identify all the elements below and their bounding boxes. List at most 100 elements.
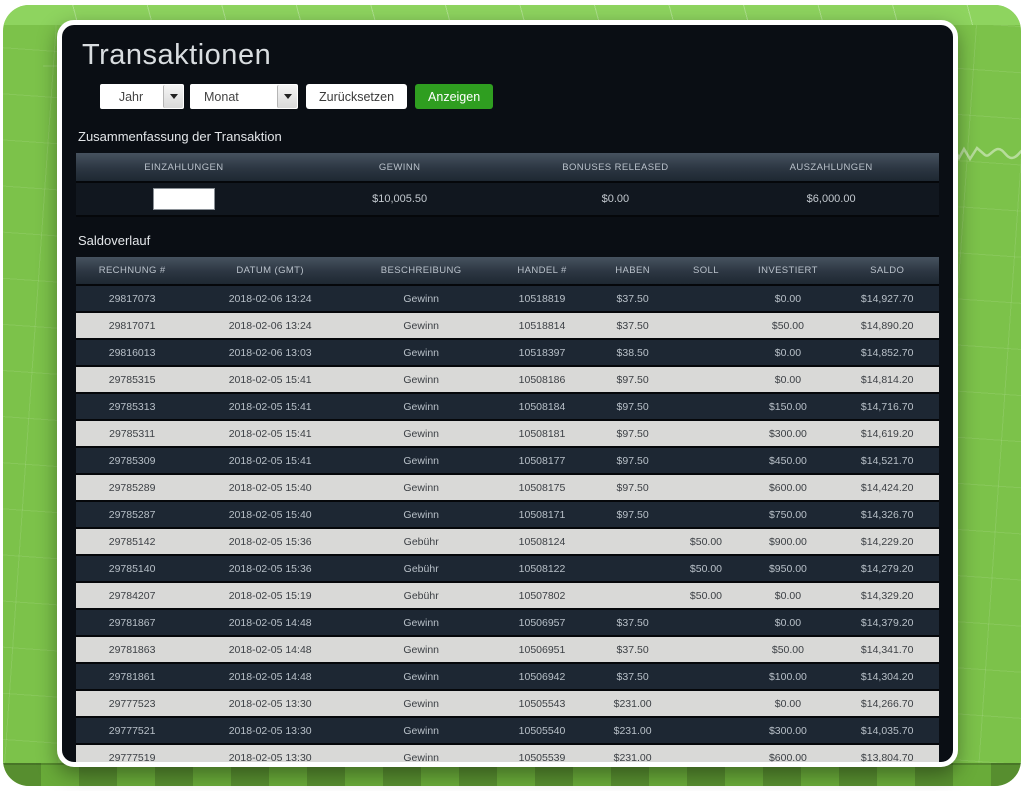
- cell-saldo: $14,279.20: [835, 555, 939, 582]
- cell-rechnung: 29817071: [76, 312, 188, 339]
- table-row: 297775232018-02-05 13:30Gewinn10505543$2…: [76, 690, 939, 717]
- cell-investiert: $150.00: [740, 393, 835, 420]
- cell-beschreibung: Gewinn: [352, 447, 490, 474]
- cell-rechnung: 29777521: [76, 717, 188, 744]
- cell-datum: 2018-02-05 14:48: [188, 636, 352, 663]
- transactions-panel: Transaktionen Jahr Monat Zurücksetzen An…: [57, 20, 958, 767]
- cell-beschreibung: Gewinn: [352, 690, 490, 717]
- cell-beschreibung: Gewinn: [352, 420, 490, 447]
- redacted-value-box: [153, 188, 215, 210]
- year-select[interactable]: Jahr: [100, 84, 184, 109]
- cell-investiert: $950.00: [740, 555, 835, 582]
- cell-rechnung: 29785289: [76, 474, 188, 501]
- cell-handel: 10508177: [490, 447, 594, 474]
- cell-datum: 2018-02-05 13:30: [188, 717, 352, 744]
- cell-datum: 2018-02-05 15:40: [188, 501, 352, 528]
- cell-investiert: $50.00: [740, 312, 835, 339]
- cell-beschreibung: Gewinn: [352, 744, 490, 767]
- cell-soll: [671, 744, 740, 767]
- cell-investiert: $750.00: [740, 501, 835, 528]
- cell-haben: $97.50: [594, 501, 672, 528]
- cell-datum: 2018-02-05 15:19: [188, 582, 352, 609]
- cell-haben: $231.00: [594, 744, 672, 767]
- year-select-label: Jahr: [100, 84, 162, 109]
- summary-value-gewinn: $10,005.50: [292, 182, 508, 216]
- table-row: 297818672018-02-05 14:48Gewinn10506957$3…: [76, 609, 939, 636]
- cell-datum: 2018-02-05 15:36: [188, 528, 352, 555]
- cell-soll: [671, 474, 740, 501]
- balance-column-rechnung: RECHNUNG #: [76, 257, 188, 285]
- cell-handel: 10506942: [490, 663, 594, 690]
- cell-investiert: $450.00: [740, 447, 835, 474]
- cell-saldo: $14,035.70: [835, 717, 939, 744]
- table-row: 297842072018-02-05 15:19Gebühr10507802$5…: [76, 582, 939, 609]
- cell-rechnung: 29781863: [76, 636, 188, 663]
- cell-haben: [594, 582, 672, 609]
- cell-handel: 10508171: [490, 501, 594, 528]
- cell-soll: [671, 501, 740, 528]
- summary-column-gewinn: GEWINN: [292, 153, 508, 182]
- cell-handel: 10518819: [490, 285, 594, 312]
- cell-handel: 10507802: [490, 582, 594, 609]
- cell-beschreibung: Gebühr: [352, 555, 490, 582]
- balance-column-saldo: SALDO: [835, 257, 939, 285]
- cell-haben: $97.50: [594, 474, 672, 501]
- cell-saldo: $14,424.20: [835, 474, 939, 501]
- cell-datum: 2018-02-05 15:41: [188, 420, 352, 447]
- cell-soll: [671, 393, 740, 420]
- cell-soll: [671, 690, 740, 717]
- table-row: 297775212018-02-05 13:30Gewinn10505540$2…: [76, 717, 939, 744]
- table-row: 297775192018-02-05 13:30Gewinn10505539$2…: [76, 744, 939, 767]
- cell-haben: [594, 528, 672, 555]
- cell-soll: [671, 609, 740, 636]
- cell-handel: 10508181: [490, 420, 594, 447]
- table-row: 297852892018-02-05 15:40Gewinn10508175$9…: [76, 474, 939, 501]
- cell-investiert: $0.00: [740, 609, 835, 636]
- cell-saldo: $14,341.70: [835, 636, 939, 663]
- cell-handel: 10506957: [490, 609, 594, 636]
- month-select[interactable]: Monat: [190, 84, 298, 109]
- summary-header-row: EINZAHLUNGENGEWINNBONUSES RELEASEDAUSZAH…: [76, 153, 939, 182]
- cell-beschreibung: Gewinn: [352, 366, 490, 393]
- table-row: 298170732018-02-06 13:24Gewinn10518819$3…: [76, 285, 939, 312]
- reset-button[interactable]: Zurücksetzen: [306, 84, 407, 109]
- cell-soll: [671, 420, 740, 447]
- cell-haben: $97.50: [594, 393, 672, 420]
- cell-rechnung: 29816013: [76, 339, 188, 366]
- summary-values-row: $10,005.50$0.00$6,000.00: [76, 182, 939, 216]
- show-button[interactable]: Anzeigen: [415, 84, 493, 109]
- cell-handel: 10508186: [490, 366, 594, 393]
- cell-soll: $50.00: [671, 555, 740, 582]
- cell-handel: 10505539: [490, 744, 594, 767]
- cell-datum: 2018-02-05 13:30: [188, 690, 352, 717]
- cell-saldo: $14,852.70: [835, 339, 939, 366]
- cell-haben: $97.50: [594, 366, 672, 393]
- filter-toolbar: Jahr Monat Zurücksetzen Anzeigen: [100, 84, 939, 109]
- cell-investiert: $900.00: [740, 528, 835, 555]
- cell-saldo: $14,304.20: [835, 663, 939, 690]
- cell-saldo: $14,329.20: [835, 582, 939, 609]
- cell-handel: 10508184: [490, 393, 594, 420]
- cell-saldo: $14,326.70: [835, 501, 939, 528]
- cell-soll: [671, 285, 740, 312]
- balance-header-row: RECHNUNG #DATUM (GMT)BESCHREIBUNGHANDEL …: [76, 257, 939, 285]
- table-row: 297853152018-02-05 15:41Gewinn10508186$9…: [76, 366, 939, 393]
- cell-saldo: $14,716.70: [835, 393, 939, 420]
- cell-haben: $37.50: [594, 312, 672, 339]
- cell-rechnung: 29785140: [76, 555, 188, 582]
- balance-column-beschreibung: BESCHREIBUNG: [352, 257, 490, 285]
- cell-saldo: $14,379.20: [835, 609, 939, 636]
- table-row: 297851402018-02-05 15:36Gebühr10508122$5…: [76, 555, 939, 582]
- summary-column-einzahlungen: EINZAHLUNGEN: [76, 153, 292, 182]
- summary-value-einzahlungen: [76, 182, 292, 216]
- cell-rechnung: 29785313: [76, 393, 188, 420]
- cell-datum: 2018-02-05 15:41: [188, 366, 352, 393]
- cell-soll: [671, 447, 740, 474]
- cell-handel: 10505540: [490, 717, 594, 744]
- balance-column-investiert: INVESTIERT: [740, 257, 835, 285]
- cell-datum: 2018-02-05 15:41: [188, 447, 352, 474]
- cell-rechnung: 29785142: [76, 528, 188, 555]
- cell-haben: $231.00: [594, 690, 672, 717]
- summary-value-bonuses-released: $0.00: [508, 182, 724, 216]
- cell-datum: 2018-02-06 13:24: [188, 285, 352, 312]
